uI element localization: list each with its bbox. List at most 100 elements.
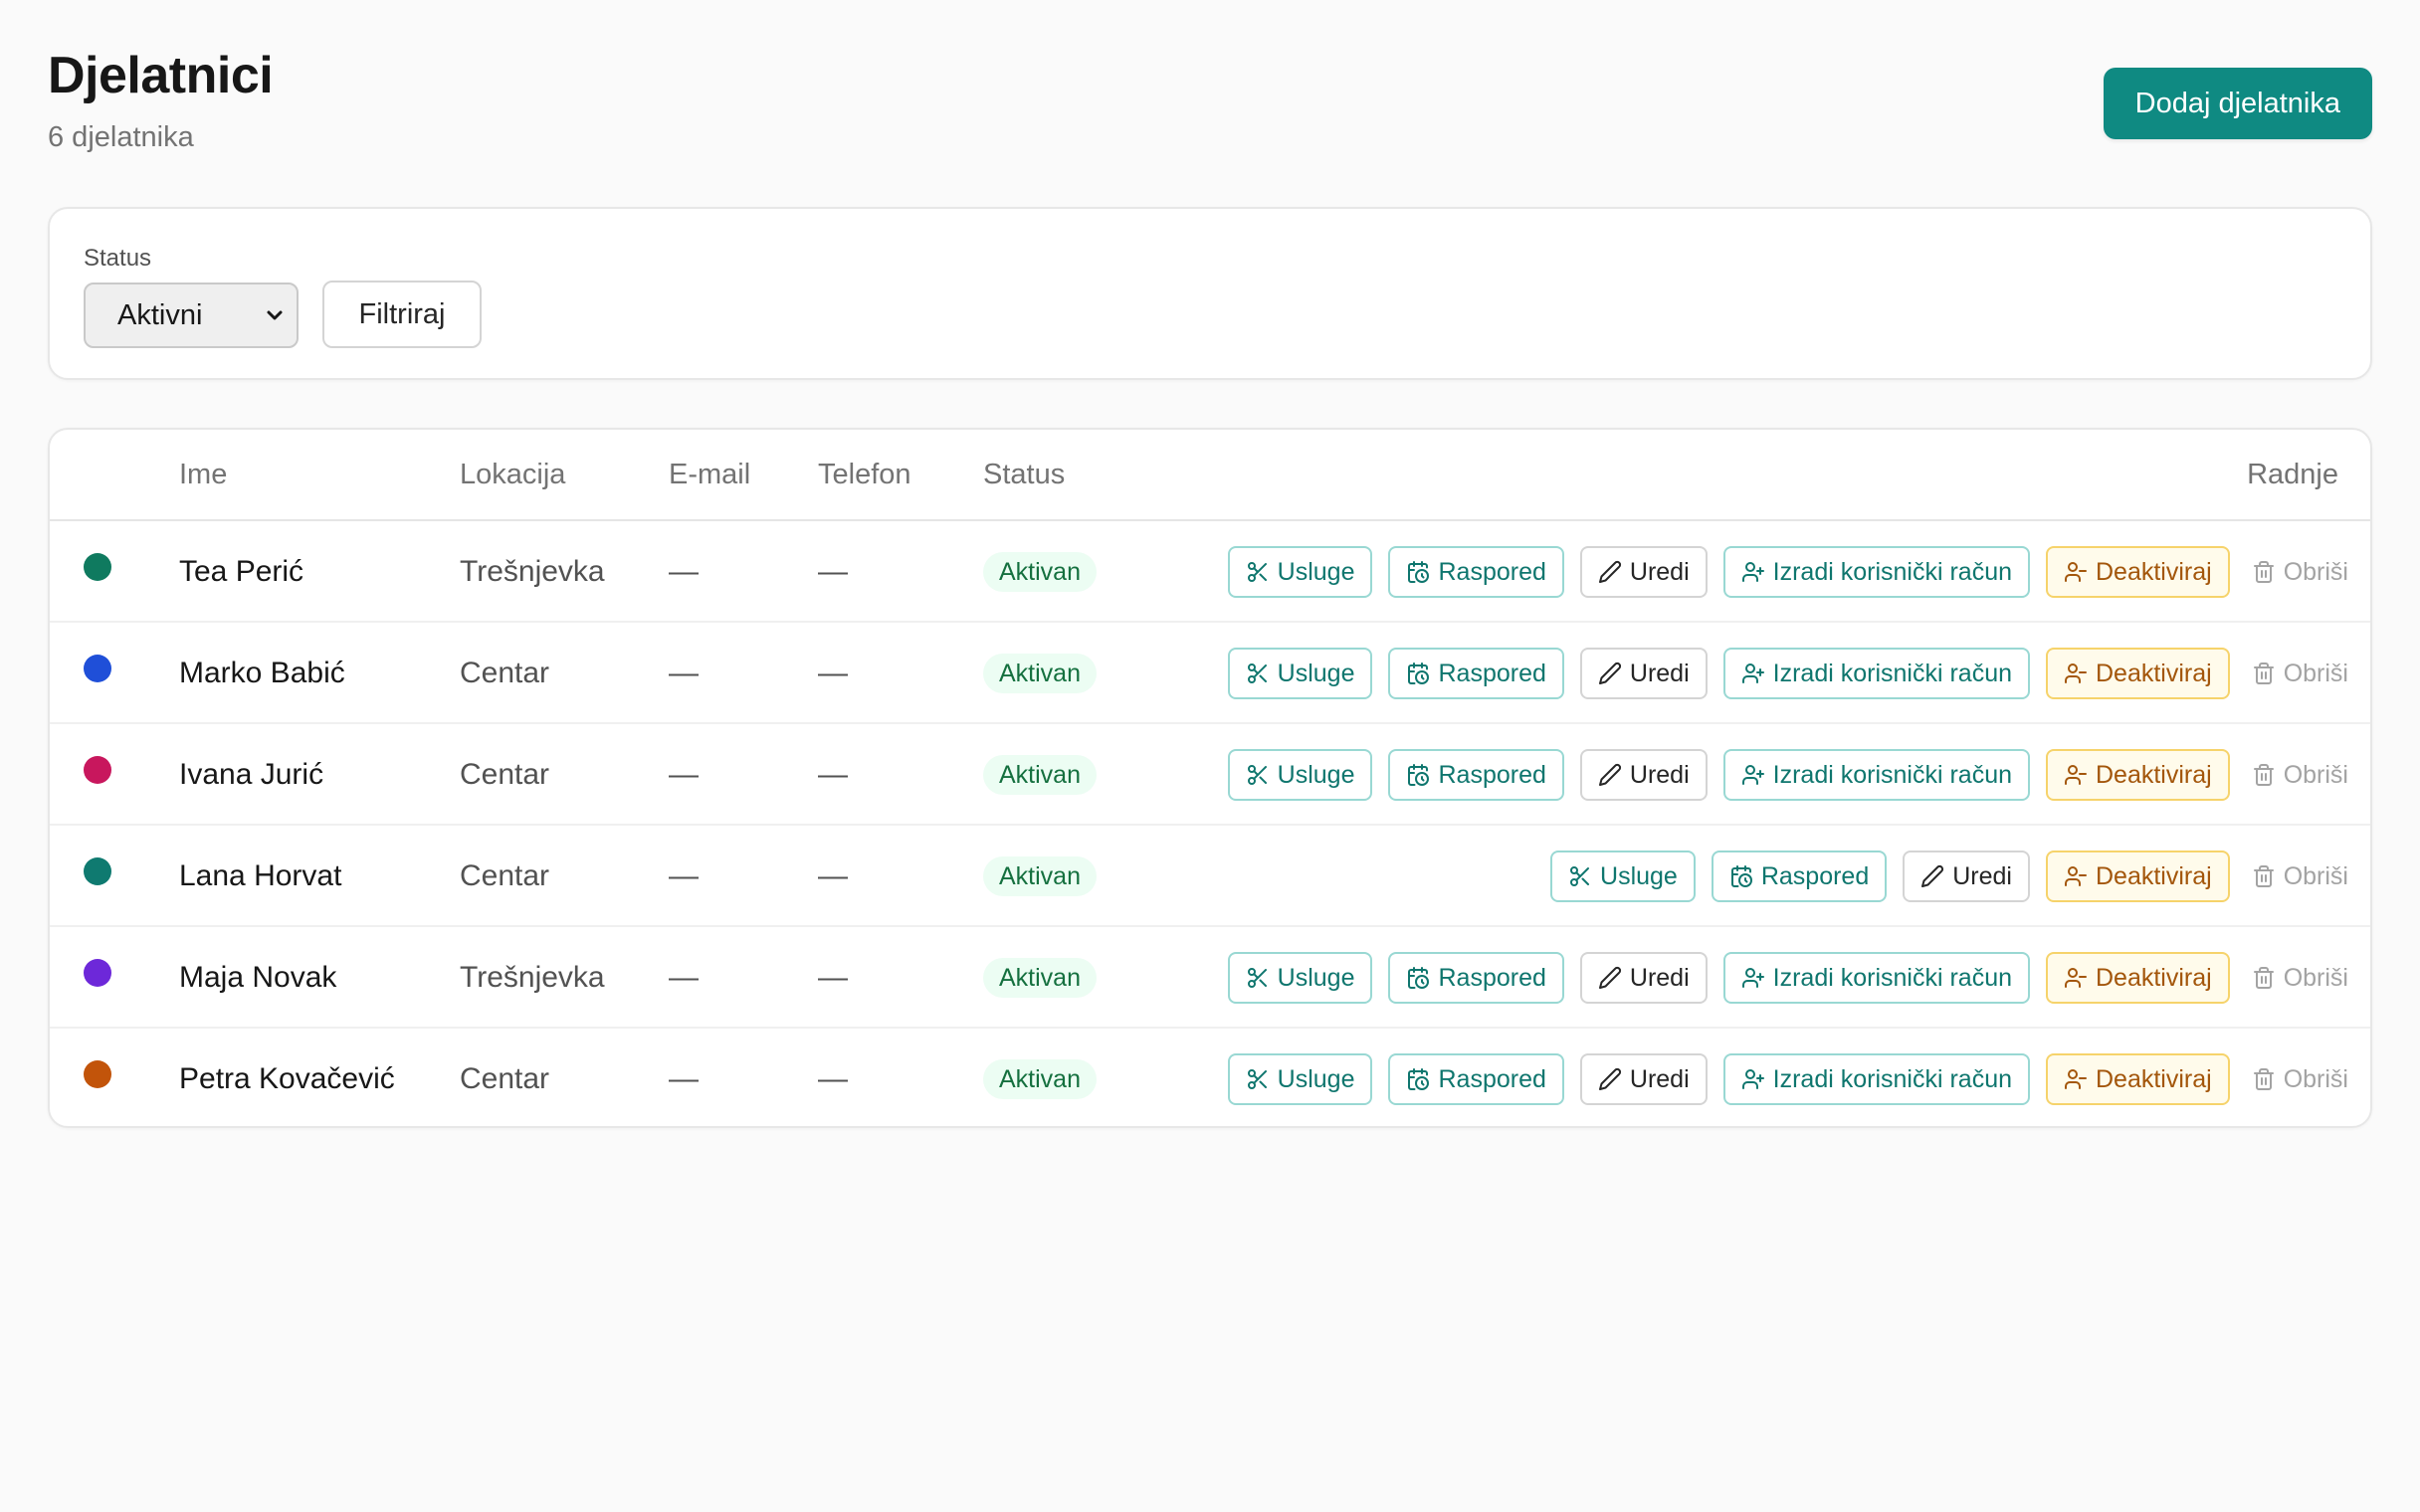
table-row: Marko Babić Centar — — Aktivan Usluge Raspored… — [50, 623, 2370, 724]
trash-icon — [2253, 1068, 2274, 1090]
schedule-button[interactable]: Raspored — [1388, 546, 1564, 598]
pencil-icon — [1598, 560, 1621, 583]
delete-button[interactable]: Obriši — [2246, 1053, 2354, 1105]
pencil-icon — [1598, 1067, 1621, 1090]
services-label: Usluge — [1277, 1064, 1355, 1093]
employee-phone: — — [818, 758, 848, 791]
edit-button[interactable]: Uredi — [1579, 648, 1708, 699]
deactivate-button[interactable]: Deaktiviraj — [2046, 1053, 2230, 1105]
edit-label: Uredi — [1952, 861, 2012, 890]
edit-label: Uredi — [1629, 760, 1690, 789]
row-actions: Usluge Raspored Uredi Izradi korisnički rač… — [1227, 521, 2354, 623]
delete-button[interactable]: Obriši — [2246, 749, 2354, 801]
edit-label: Uredi — [1629, 1064, 1690, 1093]
services-button[interactable]: Usluge — [1227, 749, 1373, 801]
schedule-button[interactable]: Raspored — [1388, 749, 1564, 801]
create-account-label: Izradi korisnički račun — [1772, 557, 2012, 586]
schedule-button[interactable]: Raspored — [1711, 850, 1888, 902]
delete-button[interactable]: Obriši — [2246, 850, 2354, 902]
status-select[interactable]: Aktivni — [84, 283, 299, 348]
calendar-clock-icon — [1408, 764, 1430, 786]
calendar-clock-icon — [1408, 561, 1430, 583]
employees-page: Djelatnici 6 djelatnika Dodaj djelatnika… — [0, 0, 2420, 1512]
row-actions: Usluge Raspored Uredi Izradi korisnički rač… — [1227, 1029, 2354, 1126]
employee-location: Centar — [460, 657, 550, 689]
scissors-icon — [1570, 866, 1590, 886]
schedule-button[interactable]: Raspored — [1388, 648, 1564, 699]
user-minus-icon — [2065, 866, 2087, 886]
employee-phone: — — [818, 555, 848, 588]
edit-button[interactable]: Uredi — [1579, 1053, 1708, 1105]
services-button[interactable]: Usluge — [1550, 850, 1696, 902]
deactivate-label: Deaktiviraj — [2096, 1064, 2212, 1093]
schedule-label: Raspored — [1438, 963, 1546, 992]
services-label: Usluge — [1600, 861, 1678, 890]
services-button[interactable]: Usluge — [1227, 1053, 1373, 1105]
deactivate-button[interactable]: Deaktiviraj — [2046, 749, 2230, 801]
chevron-down-icon — [267, 310, 283, 320]
status-badge: Aktivan — [983, 552, 1097, 592]
services-button[interactable]: Usluge — [1227, 648, 1373, 699]
edit-button[interactable]: Uredi — [1903, 850, 2030, 902]
create-account-button[interactable]: Izradi korisnički račun — [1722, 749, 2030, 801]
delete-label: Obriši — [2283, 659, 2348, 687]
employee-color-dot — [84, 655, 111, 682]
deactivate-label: Deaktiviraj — [2096, 963, 2212, 992]
deactivate-label: Deaktiviraj — [2096, 659, 2212, 687]
scissors-icon — [1247, 663, 1267, 683]
employee-color-dot — [84, 959, 111, 987]
create-account-button[interactable]: Izradi korisnički račun — [1722, 546, 2030, 598]
deactivate-button[interactable]: Deaktiviraj — [2046, 546, 2230, 598]
calendar-clock-icon — [1408, 967, 1430, 989]
delete-button[interactable]: Obriši — [2246, 648, 2354, 699]
deactivate-button[interactable]: Deaktiviraj — [2046, 648, 2230, 699]
employee-email: — — [669, 555, 699, 588]
status-filter-label: Status — [84, 245, 152, 272]
column-name: Ime — [179, 459, 228, 490]
services-button[interactable]: Usluge — [1227, 952, 1373, 1004]
deactivate-button[interactable]: Deaktiviraj — [2046, 850, 2230, 902]
services-label: Usluge — [1277, 760, 1355, 789]
deactivate-label: Deaktiviraj — [2096, 861, 2212, 890]
create-account-button[interactable]: Izradi korisnički račun — [1722, 648, 2030, 699]
page-title: Djelatnici — [48, 47, 274, 104]
deactivate-label: Deaktiviraj — [2096, 760, 2212, 789]
delete-button[interactable]: Obriši — [2246, 546, 2354, 598]
status-badge: Aktivan — [983, 1059, 1097, 1099]
services-button[interactable]: Usluge — [1227, 546, 1373, 598]
edit-label: Uredi — [1629, 557, 1690, 586]
row-actions: Usluge Raspored Uredi Deaktiviraj Obriši — [1550, 826, 2354, 927]
services-label: Usluge — [1277, 557, 1355, 586]
status-select-value: Aktivni — [117, 298, 203, 331]
employee-count: 6 djelatnika — [48, 121, 194, 153]
status-badge: Aktivan — [983, 856, 1097, 896]
employees-table: Ime Lokacija E-mail Telefon Status Radnj… — [48, 428, 2372, 1128]
scissors-icon — [1247, 765, 1267, 785]
edit-button[interactable]: Uredi — [1579, 749, 1708, 801]
filter-button[interactable]: Filtriraj — [322, 281, 482, 348]
schedule-button[interactable]: Raspored — [1388, 952, 1564, 1004]
employee-location: Trešnjevka — [460, 961, 605, 994]
scissors-icon — [1247, 968, 1267, 988]
add-employee-button[interactable]: Dodaj djelatnika — [2103, 68, 2372, 139]
employee-color-dot — [84, 1060, 111, 1088]
employee-phone: — — [818, 657, 848, 689]
table-row: Ivana Jurić Centar — — Aktivan Usluge Raspored… — [50, 724, 2370, 826]
row-actions: Usluge Raspored Uredi Izradi korisnički rač… — [1227, 623, 2354, 724]
edit-button[interactable]: Uredi — [1579, 546, 1708, 598]
schedule-button[interactable]: Raspored — [1388, 1053, 1564, 1105]
pencil-icon — [1921, 864, 1944, 887]
deactivate-button[interactable]: Deaktiviraj — [2046, 952, 2230, 1004]
calendar-clock-icon — [1730, 865, 1752, 887]
schedule-label: Raspored — [1438, 557, 1546, 586]
delete-button[interactable]: Obriši — [2246, 952, 2354, 1004]
row-actions: Usluge Raspored Uredi Izradi korisnički rač… — [1227, 927, 2354, 1029]
create-account-button[interactable]: Izradi korisnički račun — [1722, 1053, 2030, 1105]
table-row: Tea Perić Trešnjevka — — Aktivan Usluge Raspor… — [50, 521, 2370, 623]
employee-color-dot — [84, 857, 111, 885]
edit-button[interactable]: Uredi — [1579, 952, 1708, 1004]
schedule-label: Raspored — [1438, 760, 1546, 789]
trash-icon — [2253, 561, 2274, 583]
filter-card: Status Aktivni Filtriraj — [48, 207, 2372, 380]
create-account-button[interactable]: Izradi korisnički račun — [1722, 952, 2030, 1004]
